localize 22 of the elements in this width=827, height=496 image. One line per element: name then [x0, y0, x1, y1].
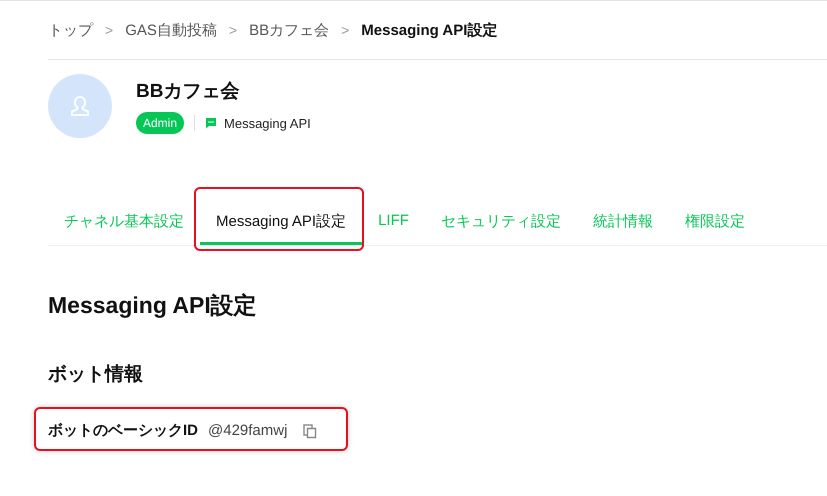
breadcrumb-separator: >	[105, 22, 114, 38]
tab[interactable]: 権限設定	[668, 202, 761, 245]
role-badge: Admin	[136, 112, 184, 134]
breadcrumb-link[interactable]: BBカフェ会	[249, 20, 330, 40]
section-title: ボット情報	[48, 363, 144, 387]
page-title: Messaging API設定	[48, 291, 258, 320]
breadcrumb-separator: >	[341, 22, 350, 38]
channel-type: Messaging API	[224, 116, 311, 130]
copy-icon[interactable]	[303, 424, 318, 439]
breadcrumb-link[interactable]: GAS自動投稿	[125, 20, 217, 40]
field-value: @429famwj	[208, 421, 288, 441]
breadcrumb-separator: >	[228, 22, 238, 38]
channel-name: BBカフェ会	[136, 80, 240, 104]
field-label: ボットのベーシックID	[48, 421, 198, 441]
tab[interactable]: LIFF	[362, 202, 425, 243]
tab[interactable]: Messaging API設定	[200, 202, 362, 245]
tab[interactable]: 統計情報	[576, 202, 669, 245]
breadcrumb-link[interactable]: トップ	[48, 20, 93, 40]
chat-icon	[205, 117, 218, 129]
tab[interactable]: チャネル基本設定	[48, 202, 200, 245]
breadcrumb-current: Messaging API設定	[361, 20, 498, 40]
tab[interactable]: セキュリティ設定	[424, 202, 577, 245]
